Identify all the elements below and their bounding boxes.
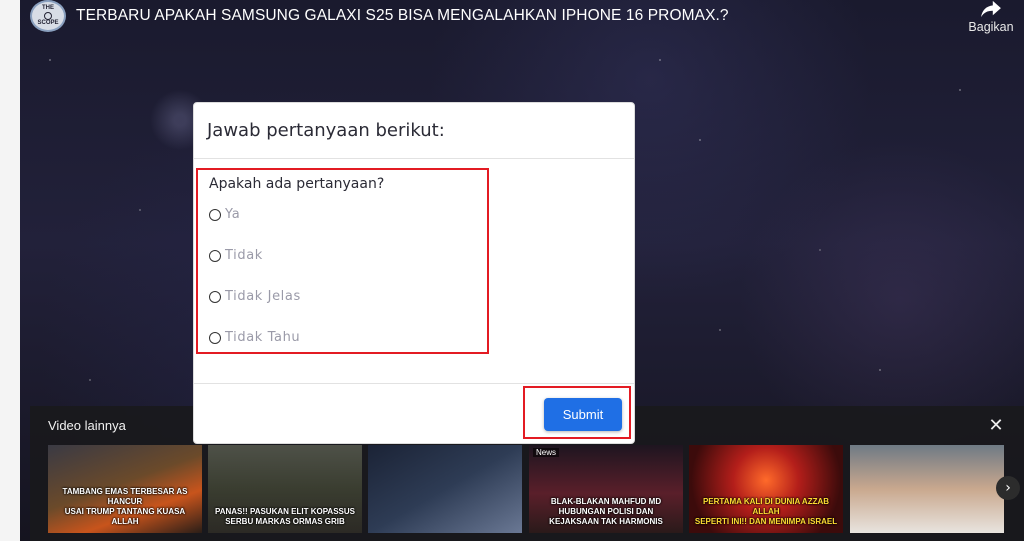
modal-title: Jawab pertanyaan berikut: bbox=[207, 120, 445, 141]
share-arrow-icon bbox=[981, 0, 1001, 18]
channel-avatar[interactable]: THE SCOPE bbox=[30, 0, 66, 32]
thumbnail-caption: PANAS!! PASUKAN ELIT KOPASSUS SERBU MARK… bbox=[214, 507, 355, 526]
thumbnail-caption bbox=[368, 525, 522, 533]
video-thumbnail[interactable]: PANAS!! PASUKAN ELIT KOPASSUS SERBU MARK… bbox=[208, 445, 362, 533]
video-thumbnail[interactable]: PERTAMA KALI DI DUNIA AZZAB ALLAH SEPERT… bbox=[689, 445, 843, 533]
channel-logo-top-text: THE bbox=[42, 5, 54, 11]
option-label: Ya bbox=[225, 207, 241, 222]
video-thumbnail[interactable]: TAMBANG EMAS TERBESAR AS HANCUR USAI TRU… bbox=[48, 445, 202, 533]
video-thumbnail[interactable] bbox=[368, 445, 522, 533]
thumbnail-caption: PERTAMA KALI DI DUNIA AZZAB ALLAH SEPERT… bbox=[694, 497, 838, 526]
share-button[interactable]: Bagikan bbox=[962, 0, 1020, 40]
channel-logo-bottom-text: SCOPE bbox=[37, 20, 59, 26]
option-tidak-tahu[interactable]: Tidak Tahu bbox=[209, 330, 300, 345]
more-videos-title: Video lainnya bbox=[48, 418, 126, 433]
thumbnail-tag: News bbox=[533, 448, 560, 457]
radio-button[interactable] bbox=[209, 208, 221, 221]
channel-logo-circle bbox=[44, 12, 52, 20]
survey-modal: Jawab pertanyaan berikut: Apakah ada per… bbox=[193, 102, 635, 444]
submit-button[interactable]: Submit bbox=[544, 398, 622, 431]
radio-button[interactable] bbox=[209, 249, 221, 262]
page-left-edge bbox=[0, 0, 20, 541]
thumbnail-caption bbox=[850, 525, 1004, 533]
option-label: Tidak Tahu bbox=[225, 330, 301, 345]
option-ya[interactable]: Ya bbox=[209, 207, 240, 222]
thumbnail-caption: BLAK-BLAKAN MAHFUD MD HUBUNGAN POLISI DA… bbox=[549, 497, 663, 526]
question-group-highlight: Apakah ada pertanyaan? Ya Tidak Tidak Je… bbox=[196, 168, 489, 354]
radio-button[interactable] bbox=[209, 290, 221, 303]
option-tidak-jelas[interactable]: Tidak Jelas bbox=[209, 289, 301, 304]
option-label: Tidak bbox=[225, 248, 263, 263]
modal-header: Jawab pertanyaan berikut: bbox=[194, 103, 634, 159]
close-icon[interactable]: ✕ bbox=[986, 416, 1006, 436]
video-thumbnail[interactable]: News BLAK-BLAKAN MAHFUD MD HUBUNGAN POLI… bbox=[529, 445, 683, 533]
option-tidak[interactable]: Tidak bbox=[209, 248, 263, 263]
question-label: Apakah ada pertanyaan? bbox=[209, 176, 385, 192]
option-label: Tidak Jelas bbox=[225, 289, 301, 304]
modal-footer-divider bbox=[194, 383, 634, 384]
video-title[interactable]: TERBARU APAKAH SAMSUNG GALAXI S25 BISA M… bbox=[76, 7, 729, 25]
radio-button[interactable] bbox=[209, 331, 221, 344]
video-thumbnail[interactable] bbox=[850, 445, 1004, 533]
share-label: Bagikan bbox=[968, 20, 1014, 34]
thumbnail-caption: TAMBANG EMAS TERBESAR AS HANCUR USAI TRU… bbox=[62, 487, 188, 526]
chevron-right-icon[interactable]: › bbox=[996, 476, 1020, 500]
